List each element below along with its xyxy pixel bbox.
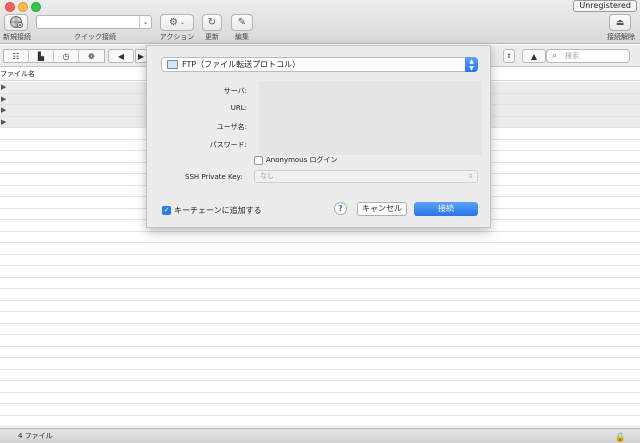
protocol-popup[interactable]: FTP（ファイル転送プロトコル） ▲ ▼ bbox=[161, 57, 478, 72]
file-count: 4 ファイル bbox=[18, 432, 53, 440]
anonymous-login-label: Anonymous ログイン bbox=[266, 156, 338, 164]
gear-icon: ⚙ bbox=[169, 17, 178, 28]
bookmark-icon[interactable]: ▙ bbox=[29, 50, 54, 62]
add-to-keychain-checkbox[interactable]: ✓ キーチェーンに追加する bbox=[162, 205, 262, 216]
empty-row bbox=[0, 393, 640, 404]
empty-row bbox=[0, 289, 640, 301]
disclosure-triangle-icon[interactable]: ▶ bbox=[1, 118, 6, 126]
search-placeholder: 検索 bbox=[565, 52, 579, 60]
edit-label: 編集 bbox=[235, 33, 249, 41]
status-bar: 4 ファイル 🔒 bbox=[0, 428, 640, 443]
ssh-key-value: なし bbox=[260, 172, 274, 180]
refresh-label: 更新 bbox=[205, 33, 219, 41]
history-icon[interactable]: ◷ bbox=[54, 50, 79, 62]
minimize-window-button[interactable] bbox=[18, 2, 28, 12]
empty-row bbox=[0, 312, 640, 324]
username-label: ユーザ名: bbox=[216, 123, 247, 131]
empty-row bbox=[0, 301, 640, 312]
refresh-button[interactable]: ↻ bbox=[202, 14, 222, 31]
disconnect-label: 接続解除 bbox=[607, 33, 635, 41]
search-icon: ⌕ bbox=[552, 51, 558, 61]
quick-connect-combobox[interactable]: ⌄ bbox=[36, 15, 152, 29]
anonymous-login-checkbox[interactable]: Anonymous ログイン bbox=[254, 155, 338, 165]
new-connection-button[interactable] bbox=[4, 14, 28, 31]
unregistered-badge[interactable]: Unregistered bbox=[573, 0, 637, 12]
cancel-button[interactable]: キャンセル bbox=[357, 202, 407, 216]
empty-row bbox=[0, 370, 640, 381]
toolbar: Unregistered 新規接続 ⌄ クイック接続 ⚙ ⌄ アクション ↻ 更新… bbox=[0, 0, 640, 44]
empty-row bbox=[0, 232, 640, 243]
path-popup-stepper[interactable]: ⇕ bbox=[503, 49, 515, 63]
disclosure-triangle-icon[interactable]: ▶ bbox=[1, 106, 6, 114]
server-label: サーバ: bbox=[223, 87, 247, 95]
zoom-window-button[interactable] bbox=[31, 2, 41, 12]
disconnect-button[interactable]: ⏏ bbox=[609, 14, 631, 31]
empty-row bbox=[0, 404, 640, 416]
connection-fields-area[interactable] bbox=[259, 81, 482, 155]
empty-row bbox=[0, 416, 640, 427]
updown-chevron-icon: ▲ ▼ bbox=[465, 57, 478, 72]
ftp-drive-icon bbox=[167, 60, 178, 69]
chevron-down-icon: ⌄ bbox=[179, 19, 185, 26]
chevron-down-icon[interactable]: ⌄ bbox=[139, 16, 151, 28]
empty-row bbox=[0, 278, 640, 289]
empty-row bbox=[0, 255, 640, 266]
empty-row bbox=[0, 243, 640, 255]
search-input[interactable]: ⌕ 検索 bbox=[546, 49, 630, 63]
disclosure-triangle-icon[interactable]: ▶ bbox=[1, 83, 6, 91]
parent-folder-button[interactable]: ▲ bbox=[522, 49, 546, 63]
empty-row bbox=[0, 266, 640, 278]
back-button[interactable]: ◀ bbox=[108, 49, 134, 63]
quick-connect-label: クイック接続 bbox=[74, 33, 116, 41]
outline-view-icon[interactable]: ☷ bbox=[4, 50, 29, 62]
ssh-key-label: SSH Private Key: bbox=[185, 173, 243, 181]
action-label: アクション bbox=[159, 33, 195, 41]
empty-row bbox=[0, 324, 640, 335]
edit-button[interactable]: ✎ bbox=[231, 14, 253, 31]
filename-column-header[interactable]: ファイル名 bbox=[0, 70, 35, 78]
connect-button[interactable]: 接続 bbox=[414, 202, 478, 216]
bonjour-icon[interactable]: ❁ bbox=[79, 50, 104, 62]
action-button[interactable]: ⚙ ⌄ bbox=[160, 14, 194, 31]
help-button[interactable]: ? bbox=[334, 202, 347, 215]
close-window-button[interactable] bbox=[5, 2, 15, 12]
empty-row bbox=[0, 347, 640, 358]
empty-row bbox=[0, 381, 640, 393]
refresh-icon: ↻ bbox=[207, 17, 217, 28]
lock-icon: 🔒 bbox=[614, 433, 626, 443]
up-arrow-icon: ▲ bbox=[530, 51, 538, 61]
globe-plus-icon bbox=[9, 15, 23, 31]
updown-chevron-icon: ⇕ bbox=[506, 52, 512, 60]
ssh-key-popup[interactable]: なし ⇕ bbox=[254, 170, 478, 183]
empty-row bbox=[0, 358, 640, 370]
updown-chevron-icon: ⇕ bbox=[467, 173, 473, 180]
checkbox-unchecked-icon[interactable] bbox=[254, 155, 263, 165]
forward-arrow-icon: ▶ bbox=[137, 51, 145, 61]
connection-dialog: FTP（ファイル転送プロトコル） ▲ ▼ サーバ: URL: ユーザ名: パスワー… bbox=[146, 45, 491, 228]
url-label: URL: bbox=[230, 104, 247, 112]
empty-row bbox=[0, 335, 640, 347]
back-arrow-icon: ◀ bbox=[117, 51, 125, 61]
new-connection-label: 新規接続 bbox=[3, 33, 31, 41]
checkmark-icon[interactable]: ✓ bbox=[162, 206, 171, 215]
disclosure-triangle-icon[interactable]: ▶ bbox=[1, 95, 6, 103]
keychain-label: キーチェーンに追加する bbox=[174, 206, 262, 215]
view-segmented-control[interactable]: ☷ ▙ ◷ ❁ bbox=[3, 49, 105, 63]
eject-icon: ⏏ bbox=[615, 17, 625, 28]
pencil-icon: ✎ bbox=[237, 17, 247, 28]
password-label: パスワード: bbox=[209, 141, 247, 149]
protocol-value: FTP（ファイル転送プロトコル） bbox=[182, 60, 301, 69]
